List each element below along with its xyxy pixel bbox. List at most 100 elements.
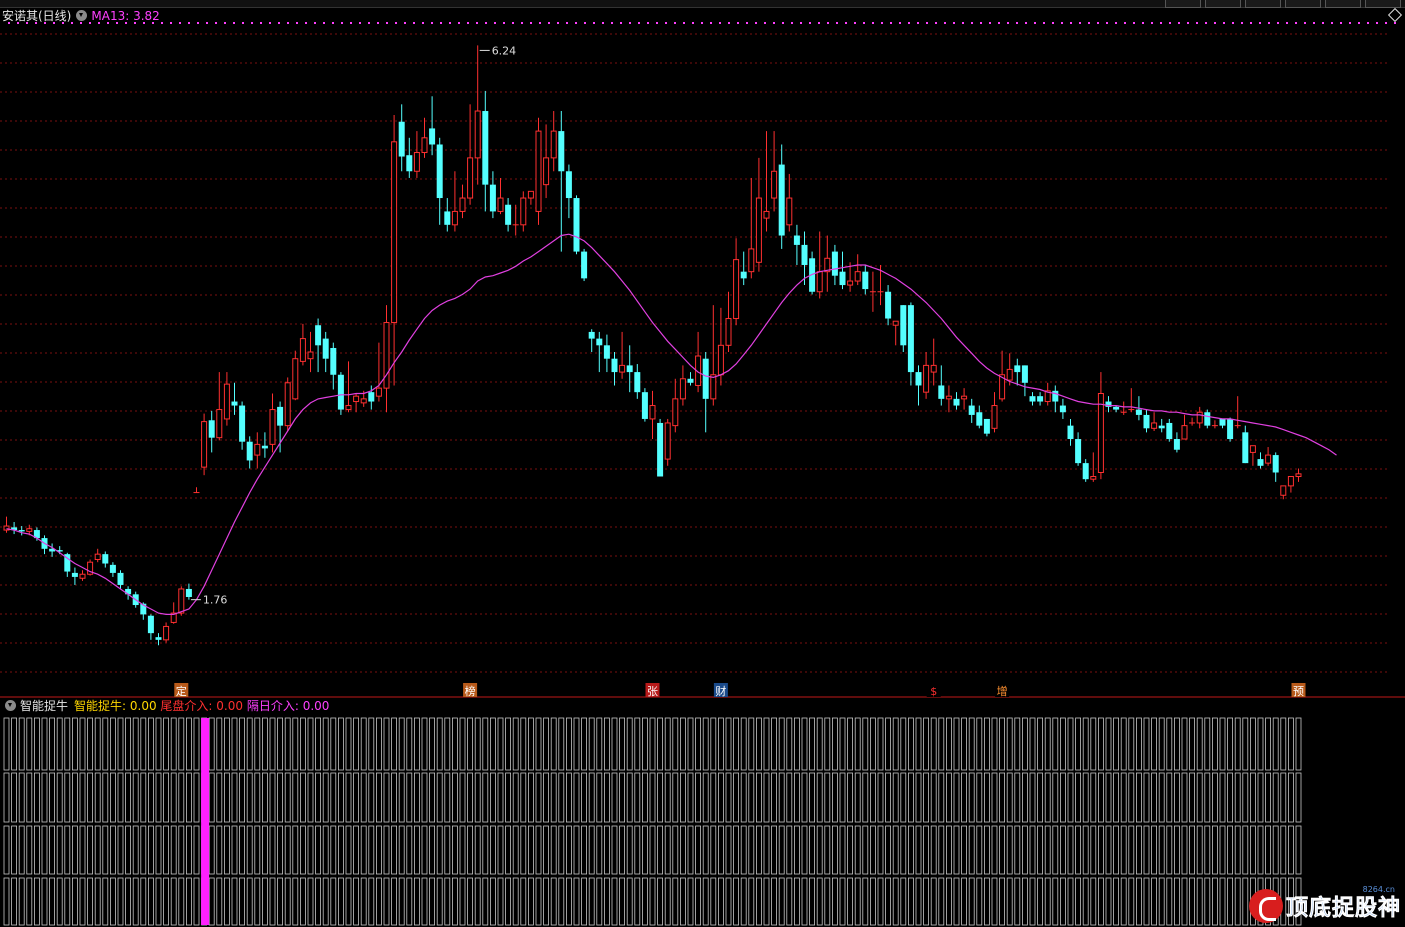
indicator-bar (1288, 825, 1294, 875)
signal-dot (494, 22, 496, 24)
indicator-bar (1029, 772, 1036, 823)
indicator-bar (482, 825, 489, 875)
indicator-bar (1257, 772, 1264, 823)
indicator-bar (64, 717, 71, 771)
indicator-bar (725, 772, 732, 823)
indicator-bar (254, 877, 261, 926)
indicator-bar (72, 877, 78, 926)
indicator-bar (155, 877, 162, 926)
indicator-bar (110, 825, 116, 875)
indicator-bar (391, 717, 398, 771)
indicator-bar (543, 825, 549, 875)
candle-body (847, 280, 854, 286)
indicator-dropdown-icon[interactable] (5, 700, 16, 711)
indicator-bar (870, 717, 876, 771)
candle-body (429, 128, 436, 145)
indicator-bar (961, 825, 967, 875)
indicator-bar (664, 825, 671, 875)
indicator-bar (368, 717, 375, 771)
candle-body (1272, 455, 1279, 473)
indicator-bar (520, 772, 527, 823)
signal-dot (1034, 22, 1036, 24)
indicator-bar (626, 772, 633, 823)
signal-dot (449, 22, 451, 24)
indicator-bar (1242, 772, 1249, 823)
indicator-bar (588, 717, 595, 771)
indicator-bar (961, 877, 967, 926)
indicator-bar (1067, 772, 1074, 823)
signal-dot (755, 22, 757, 24)
signal-dot (1142, 22, 1144, 24)
signal-dot (728, 22, 730, 24)
price-chart[interactable]: 6.24 1.76 定 榜 张 财 $ 增 预 (0, 0, 1405, 927)
candle-body (1280, 485, 1287, 496)
indicator-bar (642, 717, 648, 771)
signal-dot (1061, 22, 1063, 24)
indicator-bar (3, 825, 10, 875)
signal-dot (791, 22, 793, 24)
signal-bar (201, 718, 210, 925)
indicator-bar (140, 717, 147, 771)
signal-dot (1385, 22, 1387, 24)
indicator-bar (1280, 772, 1287, 823)
candle-body (839, 271, 846, 286)
indicator-bar (725, 717, 732, 771)
indicator-bar (1181, 717, 1188, 771)
indicator-bar (756, 877, 762, 926)
indicator-bar (307, 772, 314, 823)
indicator-bar (1151, 717, 1157, 771)
candle-body (862, 271, 869, 290)
watermark: 顶底捉股神 8264.cn (1248, 885, 1401, 925)
candle-body (953, 398, 960, 406)
indicator-bar (11, 772, 18, 823)
signal-dot (422, 22, 424, 24)
indicator-bar (1143, 825, 1150, 875)
indicator-bar (550, 772, 557, 823)
indicator-bar (991, 717, 998, 771)
signal-dot (467, 22, 469, 24)
indicator-bar (1120, 717, 1127, 771)
candle-body (535, 130, 542, 212)
indicator-bar (1006, 772, 1013, 823)
indicator-bar (421, 772, 428, 823)
indicator-bar (406, 825, 413, 875)
signal-dot (386, 22, 388, 24)
signal-dot (1052, 22, 1054, 24)
indicator-bar (604, 877, 610, 926)
indicator-bar (429, 717, 436, 771)
indicator-bar (999, 825, 1005, 875)
signal-dot (53, 22, 55, 24)
indicator-bar (915, 825, 922, 875)
candle-body (778, 164, 785, 236)
candle-body (451, 210, 458, 226)
indicator-bar (778, 877, 785, 926)
indicator-bar (1090, 877, 1097, 926)
indicator-bar (451, 772, 458, 823)
indicator-bar (375, 825, 382, 875)
indicator-bar (269, 825, 276, 875)
indicator-bar (1006, 877, 1013, 926)
indicator-bar (710, 717, 717, 771)
indicator-bar (1037, 877, 1043, 926)
indicator-bar (345, 717, 352, 771)
indicator-bar (383, 877, 390, 926)
signal-dot (917, 22, 919, 24)
price-annotation: 6.24 (492, 44, 517, 57)
signal-dot (890, 22, 892, 24)
indicator-bar (208, 772, 215, 823)
indicator-bar (1227, 772, 1233, 823)
signal-dot (1277, 22, 1279, 24)
candle-body (961, 395, 968, 400)
indicator-bar (1143, 717, 1150, 771)
signal-dot (989, 22, 991, 24)
signal-dot (953, 22, 955, 24)
indicator-bar (1052, 717, 1059, 771)
signal-dot (872, 22, 874, 24)
indicator-bar (581, 877, 587, 926)
indicator-bar (284, 877, 291, 926)
indicator-name[interactable]: 智能捉牛 (20, 699, 68, 713)
candle-body (368, 392, 375, 402)
indicator-bar (505, 877, 512, 926)
indicator-bar (79, 717, 86, 771)
candle-body (1257, 459, 1264, 466)
